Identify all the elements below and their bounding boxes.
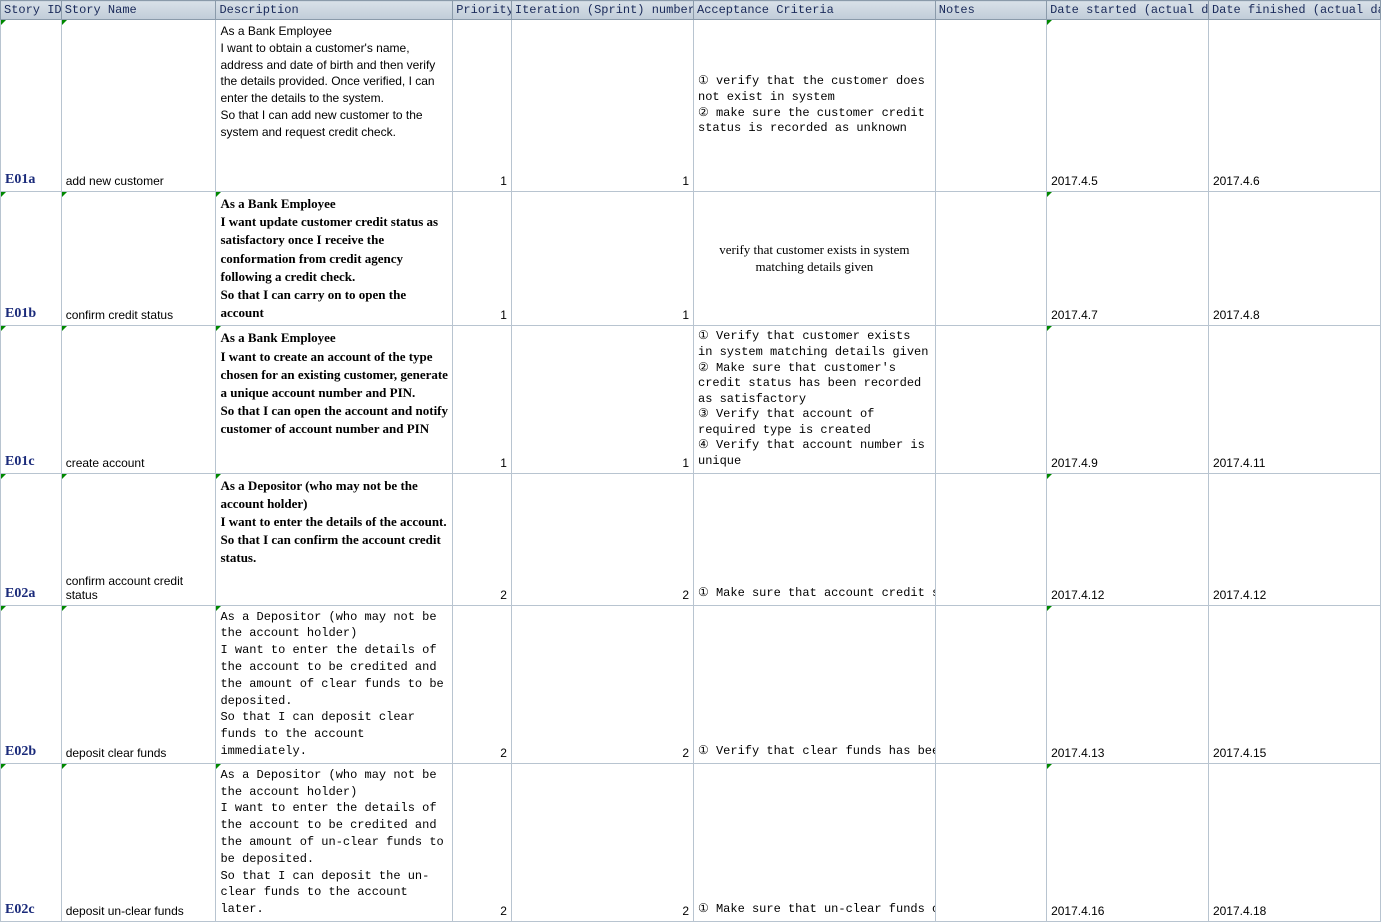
cell-date-finished[interactable]: 2017.4.11 <box>1208 326 1380 473</box>
cell-priority[interactable]: 1 <box>453 326 512 473</box>
table-row: E02c deposit un-clear funds As a Deposit… <box>1 763 1381 921</box>
cell-story-id[interactable]: E01a <box>1 20 62 192</box>
cell-date-finished[interactable]: 2017.4.18 <box>1208 763 1380 921</box>
cell-date-finished[interactable]: 2017.4.12 <box>1208 473 1380 605</box>
cell-description[interactable]: As a Depositor (who may not be the accou… <box>216 763 453 921</box>
cell-notes[interactable] <box>935 20 1046 192</box>
cell-story-id[interactable]: E01b <box>1 192 62 326</box>
cell-acceptance[interactable]: ① verify that the customer does not exis… <box>694 20 936 192</box>
cell-description[interactable]: As a Bank Employee I want to create an a… <box>216 326 453 473</box>
cell-date-started[interactable]: 2017.4.7 <box>1047 192 1209 326</box>
cell-notes[interactable] <box>935 473 1046 605</box>
header-story-id[interactable]: Story ID <box>1 1 62 20</box>
cell-priority[interactable]: 1 <box>453 20 512 192</box>
cell-iteration[interactable]: 2 <box>511 605 693 763</box>
cell-story-name[interactable]: confirm credit status <box>61 192 216 326</box>
cell-date-started[interactable]: 2017.4.5 <box>1047 20 1209 192</box>
cell-acceptance[interactable]: verify that customer exists in system ma… <box>694 192 936 326</box>
cell-acceptance[interactable]: ① Verify that customer exists in system … <box>694 326 936 473</box>
header-row: Story ID Story Name Description Priority… <box>1 1 1381 20</box>
cell-date-finished[interactable]: 2017.4.6 <box>1208 20 1380 192</box>
cell-description[interactable]: As a Bank Employee I want update custome… <box>216 192 453 326</box>
cell-story-name[interactable]: add new customer <box>61 20 216 192</box>
cell-iteration[interactable]: 1 <box>511 20 693 192</box>
cell-date-started[interactable]: 2017.4.16 <box>1047 763 1209 921</box>
cell-acceptance[interactable]: ① Make sure that un-clear funds can be d… <box>694 763 936 921</box>
cell-priority[interactable]: 2 <box>453 473 512 605</box>
cell-story-id[interactable]: E02c <box>1 763 62 921</box>
table-row: E02a confirm account credit status As a … <box>1 473 1381 605</box>
cell-date-started[interactable]: 2017.4.9 <box>1047 326 1209 473</box>
cell-iteration[interactable]: 2 <box>511 763 693 921</box>
cell-description[interactable]: As a Depositor (who may not be the accou… <box>216 473 453 605</box>
cell-story-name[interactable]: create account <box>61 326 216 473</box>
cell-notes[interactable] <box>935 605 1046 763</box>
user-stories-table[interactable]: Story ID Story Name Description Priority… <box>0 0 1381 922</box>
cell-acceptance[interactable]: ① Make sure that account credit status i… <box>694 473 936 605</box>
cell-description[interactable]: As a Depositor (who may not be the accou… <box>216 605 453 763</box>
cell-notes[interactable] <box>935 192 1046 326</box>
table-row: E01b confirm credit status As a Bank Emp… <box>1 192 1381 326</box>
header-date-finished[interactable]: Date finished (actual date <box>1208 1 1380 20</box>
cell-priority[interactable]: 2 <box>453 763 512 921</box>
cell-story-id[interactable]: E02a <box>1 473 62 605</box>
cell-description[interactable]: As a Bank Employee I want to obtain a cu… <box>216 20 453 192</box>
cell-story-id[interactable]: E02b <box>1 605 62 763</box>
cell-notes[interactable] <box>935 326 1046 473</box>
header-iteration[interactable]: Iteration (Sprint) number <box>511 1 693 20</box>
header-acceptance[interactable]: Acceptance Criteria <box>694 1 936 20</box>
cell-acceptance[interactable]: ① Verify that clear funds has been depos… <box>694 605 936 763</box>
cell-story-name[interactable]: deposit clear funds <box>61 605 216 763</box>
table-row: E01c create account As a Bank Employee I… <box>1 326 1381 473</box>
cell-iteration[interactable]: 2 <box>511 473 693 605</box>
header-notes[interactable]: Notes <box>935 1 1046 20</box>
cell-date-finished[interactable]: 2017.4.15 <box>1208 605 1380 763</box>
cell-priority[interactable]: 1 <box>453 192 512 326</box>
cell-date-finished[interactable]: 2017.4.8 <box>1208 192 1380 326</box>
cell-date-started[interactable]: 2017.4.12 <box>1047 473 1209 605</box>
header-priority[interactable]: Priority <box>453 1 512 20</box>
cell-priority[interactable]: 2 <box>453 605 512 763</box>
header-description[interactable]: Description <box>216 1 453 20</box>
cell-notes[interactable] <box>935 763 1046 921</box>
cell-story-id[interactable]: E01c <box>1 326 62 473</box>
table-row: E02b deposit clear funds As a Depositor … <box>1 605 1381 763</box>
cell-iteration[interactable]: 1 <box>511 192 693 326</box>
header-date-started[interactable]: Date started (actual dat <box>1047 1 1209 20</box>
cell-iteration[interactable]: 1 <box>511 326 693 473</box>
header-story-name[interactable]: Story Name <box>61 1 216 20</box>
cell-date-started[interactable]: 2017.4.13 <box>1047 605 1209 763</box>
table-row: E01a add new customer As a Bank Employee… <box>1 20 1381 192</box>
cell-story-name[interactable]: deposit un-clear funds <box>61 763 216 921</box>
cell-story-name[interactable]: confirm account credit status <box>61 473 216 605</box>
